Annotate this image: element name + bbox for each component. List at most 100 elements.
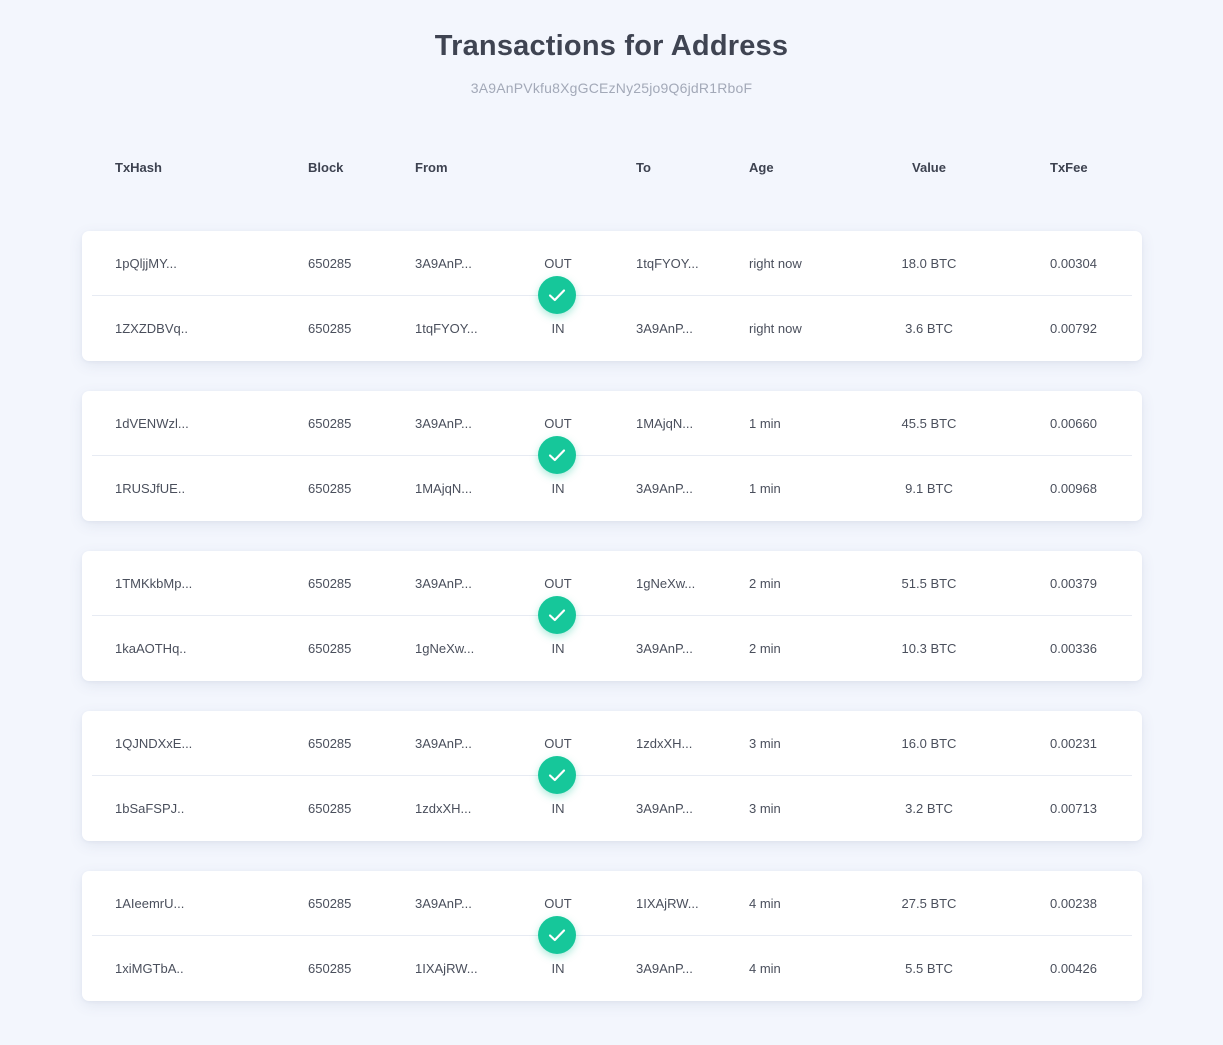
tx-age: 1 min <box>749 481 781 496</box>
table-row-out[interactable]: 1QJNDXxE... 650285 3A9AnP... OUT 1zdxXH.… <box>0 734 1223 754</box>
tx-value: 51.5 BTC <box>901 576 957 591</box>
tx-age: 3 min <box>749 801 781 816</box>
tx-from[interactable]: 3A9AnP... <box>415 734 472 754</box>
tx-age: 3 min <box>749 736 781 751</box>
transaction-group <box>82 231 1142 361</box>
tx-hash[interactable]: 1ZXZDBVq.. <box>115 319 188 339</box>
table-header: TxHash Block From To Age Value TxFee <box>0 160 1223 180</box>
row-divider <box>92 295 1132 296</box>
tx-hash[interactable]: 1bSaFSPJ.. <box>115 799 184 819</box>
tx-block[interactable]: 650285 <box>308 799 351 819</box>
table-row-out[interactable]: 1TMKkbMp... 650285 3A9AnP... OUT 1gNeXw.… <box>0 574 1223 594</box>
tx-direction: IN <box>551 481 565 496</box>
tx-direction: OUT <box>544 736 572 751</box>
tx-value: 16.0 BTC <box>901 736 957 751</box>
table-row-out[interactable]: 1pQljjMY... 650285 3A9AnP... OUT 1tqFYOY… <box>0 254 1223 274</box>
tx-direction: IN <box>551 641 565 656</box>
tx-from[interactable]: 3A9AnP... <box>415 894 472 914</box>
tx-to[interactable]: 1gNeXw... <box>636 574 695 594</box>
tx-value: 3.2 BTC <box>905 801 953 816</box>
header-value: Value <box>912 160 946 175</box>
tx-from[interactable]: 1MAjqN... <box>415 479 472 499</box>
tx-value: 9.1 BTC <box>905 481 953 496</box>
check-circle-icon <box>538 276 576 314</box>
transaction-group <box>82 391 1142 521</box>
tx-age: 4 min <box>749 896 781 911</box>
tx-fee: 0.00713 <box>1050 801 1097 816</box>
tx-to[interactable]: 1zdxXH... <box>636 734 692 754</box>
row-divider <box>92 615 1132 616</box>
tx-from[interactable]: 1tqFYOY... <box>415 319 478 339</box>
tx-to[interactable]: 1MAjqN... <box>636 414 693 434</box>
tx-value: 10.3 BTC <box>901 641 957 656</box>
transaction-group <box>82 871 1142 1001</box>
row-divider <box>92 775 1132 776</box>
address-subtitle: 3A9AnPVkfu8XgGCEzNy25jo9Q6jdR1RboF <box>470 80 753 96</box>
tx-fee: 0.00426 <box>1050 961 1097 976</box>
tx-to[interactable]: 1tqFYOY... <box>636 254 699 274</box>
page-title: Transactions for Address <box>434 30 789 62</box>
tx-to[interactable]: 3A9AnP... <box>636 639 693 659</box>
tx-to[interactable]: 3A9AnP... <box>636 959 693 979</box>
tx-direction: IN <box>551 321 565 336</box>
tx-hash[interactable]: 1dVENWzl... <box>115 414 189 434</box>
tx-hash[interactable]: 1kaAOTHq.. <box>115 639 187 659</box>
table-row-in[interactable]: 1ZXZDBVq.. 650285 1tqFYOY... IN 3A9AnP..… <box>0 319 1223 339</box>
tx-hash[interactable]: 1xiMGTbA.. <box>115 959 184 979</box>
tx-block[interactable]: 650285 <box>308 894 351 914</box>
table-row-in[interactable]: 1RUSJfUE.. 650285 1MAjqN... IN 3A9AnP...… <box>0 479 1223 499</box>
tx-direction: OUT <box>544 416 572 431</box>
table-row-out[interactable]: 1AIeemrU... 650285 3A9AnP... OUT 1IXAjRW… <box>0 894 1223 914</box>
tx-hash[interactable]: 1QJNDXxE... <box>115 734 192 754</box>
tx-fee: 0.00379 <box>1050 576 1097 591</box>
tx-block[interactable]: 650285 <box>308 414 351 434</box>
table-row-in[interactable]: 1kaAOTHq.. 650285 1gNeXw... IN 3A9AnP...… <box>0 639 1223 659</box>
tx-hash[interactable]: 1AIeemrU... <box>115 894 184 914</box>
tx-value: 5.5 BTC <box>905 961 953 976</box>
tx-to[interactable]: 1IXAjRW... <box>636 894 699 914</box>
tx-from[interactable]: 3A9AnP... <box>415 414 472 434</box>
tx-hash[interactable]: 1pQljjMY... <box>115 254 177 274</box>
tx-from[interactable]: 3A9AnP... <box>415 574 472 594</box>
row-divider <box>92 455 1132 456</box>
tx-fee: 0.00336 <box>1050 641 1097 656</box>
check-circle-icon <box>538 756 576 794</box>
tx-to[interactable]: 3A9AnP... <box>636 799 693 819</box>
tx-block[interactable]: 650285 <box>308 639 351 659</box>
tx-fee: 0.00660 <box>1050 416 1097 431</box>
tx-age: 2 min <box>749 576 781 591</box>
check-circle-icon <box>538 916 576 954</box>
transaction-group <box>82 551 1142 681</box>
tx-fee: 0.00968 <box>1050 481 1097 496</box>
tx-age: 1 min <box>749 416 781 431</box>
tx-block[interactable]: 650285 <box>308 574 351 594</box>
tx-block[interactable]: 650285 <box>308 479 351 499</box>
table-row-out[interactable]: 1dVENWzl... 650285 3A9AnP... OUT 1MAjqN.… <box>0 414 1223 434</box>
tx-to[interactable]: 3A9AnP... <box>636 319 693 339</box>
tx-fee: 0.00231 <box>1050 736 1097 751</box>
table-row-in[interactable]: 1bSaFSPJ.. 650285 1zdxXH... IN 3A9AnP...… <box>0 799 1223 819</box>
tx-block[interactable]: 650285 <box>308 959 351 979</box>
tx-direction: OUT <box>544 896 572 911</box>
row-divider <box>92 935 1132 936</box>
header-from: From <box>415 160 448 175</box>
header-txhash: TxHash <box>115 160 162 175</box>
tx-from[interactable]: 1zdxXH... <box>415 799 471 819</box>
tx-to[interactable]: 3A9AnP... <box>636 479 693 499</box>
transaction-group <box>82 711 1142 841</box>
tx-block[interactable]: 650285 <box>308 734 351 754</box>
tx-direction: IN <box>551 801 565 816</box>
header-age: Age <box>749 160 774 175</box>
tx-from[interactable]: 1gNeXw... <box>415 639 474 659</box>
tx-hash[interactable]: 1RUSJfUE.. <box>115 479 185 499</box>
tx-hash[interactable]: 1TMKkbMp... <box>115 574 192 594</box>
tx-block[interactable]: 650285 <box>308 319 351 339</box>
tx-direction: IN <box>551 961 565 976</box>
table-row-in[interactable]: 1xiMGTbA.. 650285 1IXAjRW... IN 3A9AnP..… <box>0 959 1223 979</box>
tx-age: 2 min <box>749 641 781 656</box>
header-block: Block <box>308 160 344 175</box>
tx-value: 27.5 BTC <box>901 896 957 911</box>
tx-from[interactable]: 3A9AnP... <box>415 254 472 274</box>
tx-block[interactable]: 650285 <box>308 254 351 274</box>
tx-from[interactable]: 1IXAjRW... <box>415 959 478 979</box>
